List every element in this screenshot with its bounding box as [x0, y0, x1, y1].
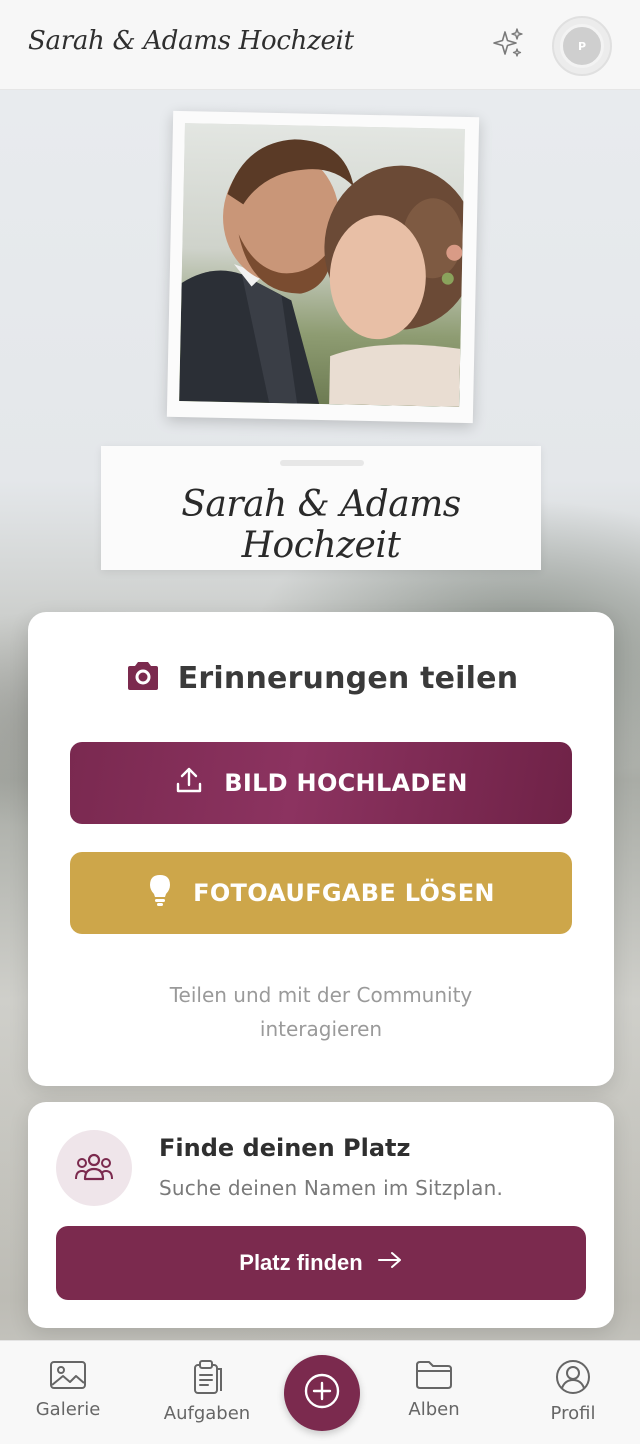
plus-circle-icon — [302, 1371, 342, 1415]
nav-label-aufgaben: Aufgaben — [163, 1403, 251, 1424]
share-memories-card: Erinnerungen teilen BILD HOCHLADEN FOTOA… — [28, 612, 614, 1086]
bottom-navigation: Galerie Aufgaben Alben Profil — [0, 1340, 640, 1444]
arrow-right-icon — [377, 1250, 403, 1276]
share-title: Erinnerungen teilen — [177, 660, 519, 696]
find-seat-label: Platz finden — [239, 1250, 363, 1275]
photo-task-button[interactable]: FOTOAUFGABE LÖSEN — [70, 852, 572, 934]
seat-title: Finde deinen Platz — [159, 1134, 411, 1162]
profile-avatar-button[interactable]: P — [552, 16, 612, 76]
tape-decoration — [280, 460, 364, 466]
app-header: Sarah & Adams Hochzeit P — [0, 0, 640, 90]
avatar: P — [560, 24, 604, 68]
camera-icon — [124, 660, 162, 696]
couple-photo — [179, 123, 465, 407]
upload-label: BILD HOCHLADEN — [224, 769, 468, 797]
nav-label-alben: Alben — [408, 1399, 460, 1420]
nav-label-profil: Profil — [550, 1403, 596, 1424]
nav-label-galerie: Galerie — [35, 1399, 101, 1420]
sparkles-icon[interactable] — [490, 26, 526, 62]
share-subtitle-text: Teilen und mit der Community interagiere… — [169, 983, 473, 1041]
event-title-card: Sarah & Adams Hochzeit — [101, 446, 541, 570]
upload-icon — [174, 765, 204, 801]
upload-image-button[interactable]: BILD HOCHLADEN — [70, 742, 572, 824]
add-button[interactable] — [284, 1355, 360, 1431]
image-icon — [8, 1359, 128, 1391]
user-circle-icon — [513, 1359, 633, 1395]
nav-item-aufgaben[interactable]: Aufgaben — [147, 1359, 267, 1424]
share-header: Erinnerungen teilen — [28, 660, 614, 696]
couple-photo-frame — [166, 110, 480, 424]
seat-finder-card: Finde deinen Platz Suche deinen Namen im… — [28, 1102, 614, 1328]
folder-icon — [374, 1359, 494, 1391]
header-title: Sarah & Adams Hochzeit — [28, 26, 354, 56]
nav-item-galerie[interactable]: Galerie — [8, 1359, 128, 1420]
clipboard-icon — [147, 1359, 267, 1395]
lightbulb-icon — [147, 873, 173, 913]
seat-subtitle: Suche deinen Namen im Sitzplan. — [159, 1176, 504, 1200]
nav-item-profil[interactable]: Profil — [513, 1359, 633, 1424]
group-icon — [56, 1130, 132, 1206]
event-title: Sarah & Adams Hochzeit — [181, 484, 461, 566]
nav-item-alben[interactable]: Alben — [374, 1359, 494, 1420]
task-label: FOTOAUFGABE LÖSEN — [193, 879, 495, 907]
find-seat-button[interactable]: Platz finden — [56, 1226, 586, 1300]
share-subtitle: Teilen und mit der Community interagiere… — [28, 978, 614, 1046]
